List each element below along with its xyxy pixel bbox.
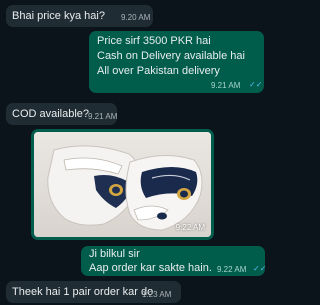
image-message[interactable]: 9:22 AM — [31, 129, 214, 240]
double-check-icon: ✓✓ — [253, 264, 267, 273]
photo-time: 9:22 AM — [175, 223, 205, 232]
chat-thread: Bhai price kya hai? 9.20 AM Price sirf 3… — [0, 0, 271, 305]
incoming-message[interactable]: Bhai price kya hai? 9.20 AM — [6, 5, 153, 27]
outgoing-message[interactable]: Price sirf 3500 PKR hai Cash on Delivery… — [89, 31, 264, 93]
message-text: Bhai price kya hai? — [12, 10, 105, 22]
message-line: All over Pakistan delivery — [97, 65, 220, 77]
message-text: Theek hai 1 pair order kar do — [12, 286, 154, 298]
outgoing-message[interactable]: Ji bilkul sir Aap order kar sakte hain. … — [81, 246, 267, 276]
message-time: 9.21 AM — [211, 81, 241, 90]
sandals-image — [34, 132, 211, 237]
incoming-message[interactable]: COD available? 9.21 AM — [6, 103, 117, 125]
incoming-message[interactable]: Theek hai 1 pair order kar do 1:23 AM — [6, 281, 181, 303]
message-time: 9.22 AM — [217, 265, 247, 274]
message-line: Price sirf 3500 PKR hai — [97, 35, 211, 47]
message-line: Ji bilkul sir — [89, 248, 140, 260]
message-line: Cash on Delivery available hai — [97, 50, 245, 62]
sandals-photo[interactable]: 9:22 AM — [34, 132, 211, 237]
double-check-icon: ✓✓ — [249, 80, 263, 89]
message-time: 9.20 AM — [121, 13, 151, 22]
message-time: 1:23 AM — [142, 290, 172, 299]
message-line: Aap order kar sakte hain. — [89, 262, 212, 274]
message-time: 9.21 AM — [88, 112, 118, 121]
message-text: COD available? — [12, 108, 90, 120]
